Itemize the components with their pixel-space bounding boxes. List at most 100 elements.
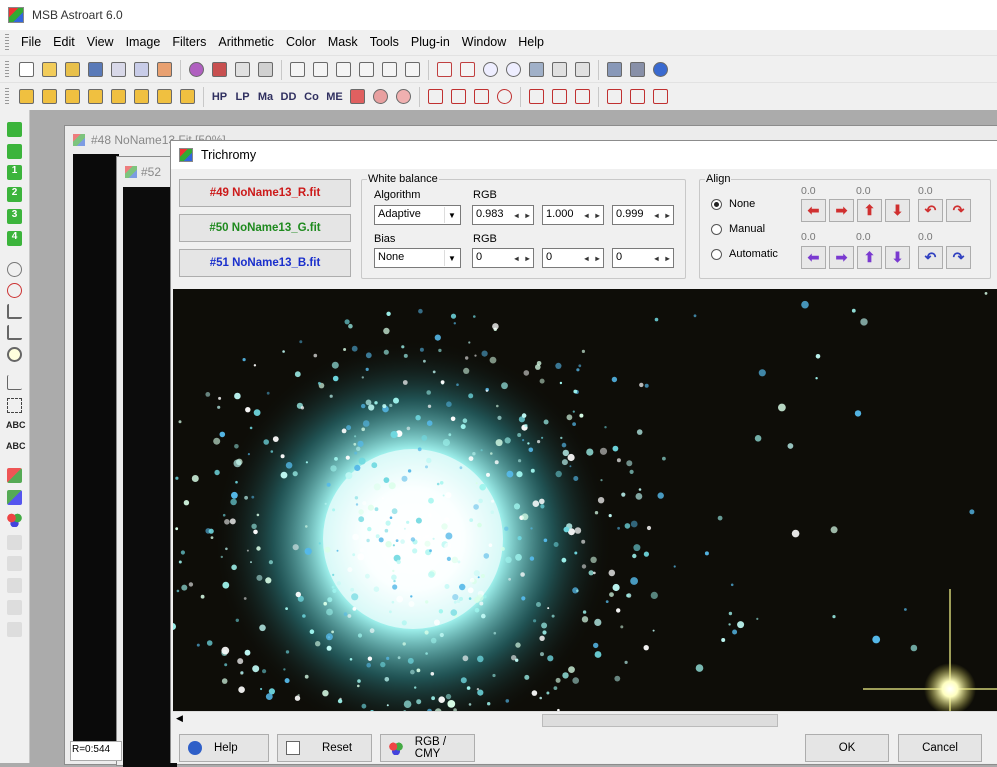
spin-arrows-icon[interactable]: ◂ ▸ — [651, 206, 673, 224]
me-button[interactable]: ME — [323, 85, 346, 108]
square-icon[interactable] — [7, 122, 22, 137]
noise-icon[interactable] — [392, 85, 415, 108]
mask-button[interactable]: Ma — [254, 85, 277, 108]
grid-icon[interactable] — [626, 85, 649, 108]
ok-button[interactable]: OK — [805, 734, 889, 762]
magnifier-icon[interactable] — [7, 262, 22, 277]
spin-arrows-icon[interactable]: ◂ ▸ — [651, 249, 673, 267]
window-icon[interactable] — [433, 58, 456, 81]
spin-arrows-icon[interactable]: ◂ ▸ — [581, 249, 603, 267]
histogram-icon[interactable] — [309, 58, 332, 81]
rgb-b-spinner[interactable]: 0.999 ◂ ▸ — [612, 205, 674, 225]
rotate-right-icon[interactable]: ↷ — [946, 246, 971, 269]
grid-icon[interactable] — [649, 85, 672, 108]
cancel-button[interactable]: Cancel — [898, 734, 982, 762]
ddp-button[interactable]: DD — [277, 85, 300, 108]
add-icon[interactable] — [15, 85, 38, 108]
math-icon[interactable] — [107, 85, 130, 108]
graph-icon[interactable] — [7, 304, 22, 319]
align-automatic-radio[interactable]: Automatic — [711, 248, 778, 260]
arrow-right-icon[interactable]: ➡ — [829, 246, 854, 269]
spin-arrows-icon[interactable]: ◂ ▸ — [511, 249, 533, 267]
spin-arrows-icon[interactable]: ◂ ▸ — [511, 206, 533, 224]
arrow-down-icon[interactable]: ⬇ — [885, 199, 910, 222]
scroll-left-icon[interactable]: ◀ — [176, 713, 183, 724]
info-icon[interactable] — [355, 58, 378, 81]
menu-file[interactable]: File — [15, 30, 47, 55]
convolve-button[interactable]: Co — [300, 85, 323, 108]
subtract-icon[interactable] — [38, 85, 61, 108]
open-folder-icon[interactable] — [61, 58, 84, 81]
radio-icon[interactable] — [711, 223, 722, 235]
users-icon[interactable] — [626, 58, 649, 81]
rotate-right-icon[interactable]: ↷ — [946, 199, 971, 222]
stack-icon[interactable] — [571, 85, 594, 108]
plot-icon[interactable] — [7, 325, 22, 340]
reset-button[interactable]: Reset — [277, 734, 372, 762]
bars-icon[interactable] — [346, 85, 369, 108]
pin-icon[interactable] — [603, 58, 626, 81]
align-none-radio[interactable]: None — [711, 198, 755, 210]
rgb-r-spinner[interactable]: 0.983 ◂ ▸ — [472, 205, 534, 225]
radio-selected-icon[interactable] — [711, 198, 722, 210]
color-tool-icon[interactable] — [7, 468, 22, 483]
text-edit-icon[interactable]: ABC — [6, 441, 26, 456]
bias-g-spinner[interactable]: 0 ◂ ▸ — [542, 248, 604, 268]
zoom-out-icon[interactable] — [502, 58, 525, 81]
menu-help[interactable]: Help — [512, 30, 550, 55]
bias-select[interactable]: None ▼ — [374, 248, 461, 268]
rgb-cmy-button[interactable]: RGB / CMY — [380, 734, 475, 762]
menu-window[interactable]: Window — [456, 30, 512, 55]
rotate-icon[interactable] — [447, 85, 470, 108]
tool-2-icon[interactable]: 2 — [7, 187, 22, 202]
crop-icon[interactable] — [424, 85, 447, 108]
selection-icon[interactable] — [7, 398, 22, 413]
zoom-in-icon[interactable] — [479, 58, 502, 81]
arrow-left-icon[interactable]: ⬅ — [801, 199, 826, 222]
menu-image[interactable]: Image — [120, 30, 167, 55]
radio-icon[interactable] — [711, 248, 722, 260]
refresh-icon[interactable] — [185, 58, 208, 81]
text-icon[interactable]: ABC — [6, 420, 26, 435]
plus-icon[interactable] — [130, 85, 153, 108]
arrow-up-icon[interactable]: ⬆ — [857, 246, 882, 269]
bias-r-spinner[interactable]: 0 ◂ ▸ — [472, 248, 534, 268]
sigma-icon[interactable] — [401, 58, 424, 81]
play-icon[interactable] — [7, 144, 22, 159]
mono-image[interactable] — [73, 154, 119, 756]
arrow-left-icon[interactable]: ⬅ — [801, 246, 826, 269]
divide-icon[interactable] — [84, 85, 107, 108]
zoom-icon[interactable] — [286, 58, 309, 81]
highpass-button[interactable]: HP — [208, 85, 231, 108]
color-preview-image[interactable] — [173, 289, 997, 711]
rotate-left-icon[interactable]: ↶ — [918, 246, 943, 269]
multiply-icon[interactable] — [61, 85, 84, 108]
menu-arithmetic[interactable]: Arithmetic — [212, 30, 280, 55]
resize-icon[interactable] — [493, 85, 516, 108]
window-icon[interactable] — [456, 58, 479, 81]
times-icon[interactable] — [153, 85, 176, 108]
menu-plugin[interactable]: Plug-in — [405, 30, 456, 55]
menu-tools[interactable]: Tools — [364, 30, 405, 55]
paste-icon[interactable] — [254, 58, 277, 81]
rgb-g-spinner[interactable]: 1.000 ◂ ▸ — [542, 205, 604, 225]
layers-icon[interactable] — [378, 58, 401, 81]
open-folder-icon[interactable] — [38, 58, 61, 81]
menu-color[interactable]: Color — [280, 30, 322, 55]
grip-handle[interactable] — [5, 87, 9, 106]
menu-mask[interactable]: Mask — [322, 30, 364, 55]
profile-icon[interactable] — [332, 58, 355, 81]
channel-red-button[interactable]: #49 NoName13_R.fit — [179, 179, 351, 207]
tool-4-icon[interactable]: 4 — [7, 231, 22, 246]
function-icon[interactable] — [176, 85, 199, 108]
grip-handle[interactable] — [5, 33, 9, 52]
channel-blue-button[interactable]: #51 NoName13_B.fit — [179, 249, 351, 277]
save-icon[interactable] — [84, 58, 107, 81]
transform-icon[interactable] — [208, 58, 231, 81]
channel-green-button[interactable]: #50 NoName13_G.fit — [179, 214, 351, 242]
chevron-down-icon[interactable]: ▼ — [444, 250, 459, 266]
scroll-thumb[interactable] — [542, 714, 778, 727]
menu-filters[interactable]: Filters — [166, 30, 212, 55]
fit-window-icon[interactable] — [548, 58, 571, 81]
arrow-right-icon[interactable]: ➡ — [829, 199, 854, 222]
